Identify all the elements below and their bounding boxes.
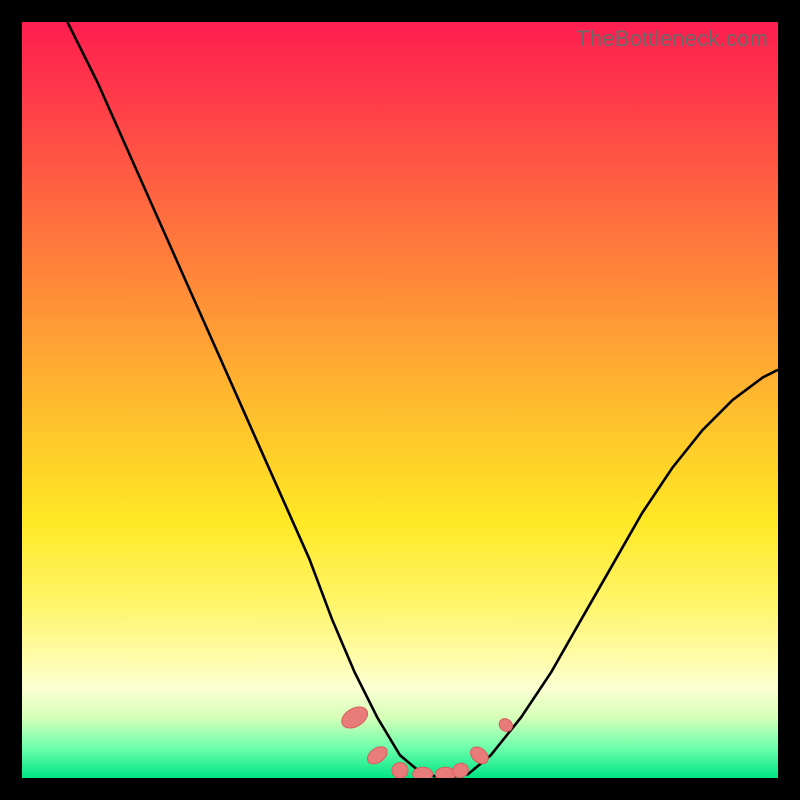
marker-m3 <box>392 762 408 778</box>
marker-m2 <box>364 743 390 767</box>
chart-area: TheBottleneck.com <box>22 22 778 778</box>
bottleneck-curve <box>67 22 778 778</box>
marker-m4 <box>413 767 433 778</box>
bottleneck-plot <box>22 22 778 778</box>
marker-group <box>338 703 515 778</box>
marker-m1 <box>338 703 371 733</box>
marker-m7 <box>467 744 491 768</box>
watermark-text: TheBottleneck.com <box>576 26 768 52</box>
marker-m8 <box>497 716 515 734</box>
